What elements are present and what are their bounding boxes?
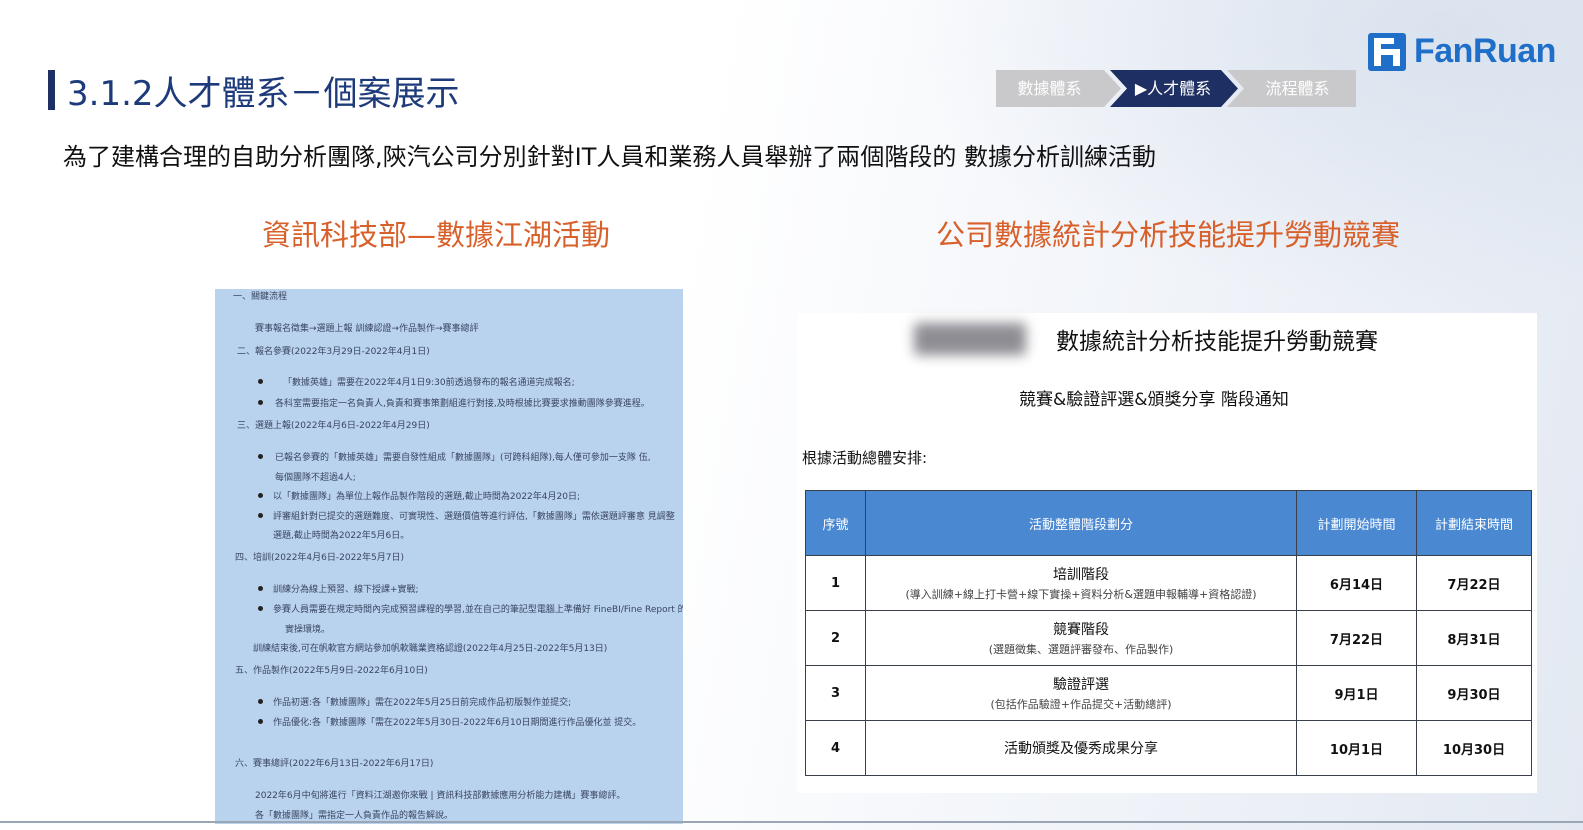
step-process-system[interactable]: 流程體系 <box>1227 70 1356 107</box>
doc-line: 實操環境。 <box>285 625 331 635</box>
header-no: 序號 <box>805 490 866 556</box>
logo-text: FanRuan <box>1414 32 1556 70</box>
table-row: 4 活動頒獎及優秀成果分享 10月1日 10月30日 <box>805 720 1532 776</box>
table-row: 3 驗證評選 (包括作品驗證+作品提交+活動總評) 9月1日 9月30日 <box>805 665 1532 721</box>
bullet <box>258 606 263 611</box>
stage-detail: (選題徵集、選題評審發布、作品製作) <box>988 643 1174 656</box>
cell-start: 7月22日 <box>1296 610 1417 666</box>
doc-line: 已報名參賽的「數據英雄」需要自發性組成「數據團隊」(可跨科組隊),每人僅可參加一… <box>275 453 651 463</box>
cell-start: 9月1日 <box>1296 665 1417 721</box>
doc-line: 訓練分為線上預習、線下授課+實戰; <box>273 585 419 595</box>
cell-no: 1 <box>805 555 866 611</box>
stage-detail: (包括作品驗證+作品提交+活動總評) <box>990 698 1172 711</box>
bullet <box>258 719 263 724</box>
cell-end: 10月30日 <box>1416 720 1532 776</box>
cell-no: 3 <box>805 665 866 721</box>
doc-line: 以「數據團隊」為單位上報作品製作階段的選題,截止時間為2022年4月20日; <box>273 492 580 502</box>
stage-name: 培訓階段 <box>1053 567 1109 583</box>
contest-doc-subtitle: 競賽&驗證評選&頒獎分享 階段通知 <box>1019 390 1289 410</box>
doc-line: 訓練結束後,可在帆軟官方網站參加帆軟職業資格認證(2022年4月25日-2022… <box>253 644 608 654</box>
fanruan-logo-icon <box>1368 32 1406 71</box>
cell-end: 8月31日 <box>1416 610 1532 666</box>
header-stage: 活動整體階段劃分 <box>865 490 1297 556</box>
contest-doc-title: 數據統計分析技能提升勞動競賽 <box>1056 329 1378 355</box>
table-header-row: 序號 活動整體階段劃分 計劃開始時間 計劃結束時間 <box>805 490 1532 556</box>
doc-line: 2022年6月中旬將進行「資料江湖邀你來戰 | 資訊科技部數據應用分析能力建構」… <box>255 791 626 801</box>
right-subtitle: 公司數據統計分析技能提升勞動競賽 <box>936 218 1401 252</box>
header-start: 計劃開始時間 <box>1296 490 1417 556</box>
cell-no: 2 <box>805 610 866 666</box>
cell-stage: 驗證評選 (包括作品驗證+作品提交+活動總評) <box>865 665 1297 721</box>
doc-line: 五、作品製作(2022年5月9日-2022年6月10日) <box>235 666 428 676</box>
doc-line: 各科室需要指定一名負責人,負責和賽事策劃組進行對接,及時根據比賽要求推動團隊參賽… <box>275 399 650 409</box>
cell-stage: 活動頒獎及優秀成果分享 <box>865 720 1297 776</box>
doc-line: 作品初選:各「數據團隊」需在2022年5月25日前完成作品初版製作並提交; <box>273 698 572 708</box>
bottom-divider <box>0 821 1583 823</box>
stage-name: 競賽階段 <box>1053 622 1109 638</box>
cell-start: 6月14日 <box>1296 555 1417 611</box>
page-title: 3.1.2人才體系－個案展示 <box>67 74 460 114</box>
bullet <box>258 699 263 704</box>
contest-doc-note: 根據活動總體安排: <box>802 449 928 467</box>
it-event-document: 一、關鍵流程 賽事報名徵集→選題上報 訓練認證→作品製作→賽事總評 二、報名參賽… <box>215 289 683 824</box>
left-subtitle: 資訊科技部—數據江湖活動 <box>262 218 611 252</box>
bullet <box>258 493 263 498</box>
doc-line: 一、關鍵流程 <box>233 292 288 302</box>
table-row: 2 競賽階段 (選題徵集、選題評審發布、作品製作) 7月22日 8月31日 <box>805 610 1532 666</box>
table-row: 1 培訓階段 (導入訓練+線上打卡營+線下實操+資料分析&選題申報輔導+資格認證… <box>805 555 1532 611</box>
cell-no: 4 <box>805 720 866 776</box>
bullet <box>258 400 263 405</box>
step-navigation: 數據體系 ▶人才體系 流程體系 <box>996 70 1356 107</box>
doc-line: 四、培訓(2022年4月6日-2022年5月7日) <box>235 553 404 563</box>
bullet <box>258 379 263 384</box>
doc-line: 賽事報名徵集→選題上報 訓練認證→作品製作→賽事總評 <box>255 324 479 334</box>
doc-line: 每個團隊不超過4人; <box>275 473 356 483</box>
cell-stage: 競賽階段 (選題徵集、選題評審發布、作品製作) <box>865 610 1297 666</box>
bullet <box>258 513 263 518</box>
stage-name: 驗證評選 <box>1053 677 1109 693</box>
doc-line: 參賽人員需要在規定時間內完成預習課程的學習,並在自己的筆記型電腦上準備好 Fin… <box>273 605 683 615</box>
header-end: 計劃結束時間 <box>1416 490 1532 556</box>
step-talent-system[interactable]: ▶人才體系 <box>1110 70 1238 107</box>
company-contest-document: 數據統計分析技能提升勞動競賽 競賽&驗證評選&頒獎分享 階段通知 根據活動總體安… <box>797 313 1537 793</box>
doc-line: 選題,截止時間為2022年5月6日。 <box>273 531 410 541</box>
stage-schedule-table: 序號 活動整體階段劃分 計劃開始時間 計劃結束時間 1 培訓階段 (導入訓練+線… <box>805 490 1532 776</box>
stage-detail: (導入訓練+線上打卡營+線下實操+資料分析&選題申報輔導+資格認證) <box>905 588 1257 601</box>
cell-start: 10月1日 <box>1296 720 1417 776</box>
doc-line: 各「數據團隊」需指定一人負責作品的報告解說。 <box>255 811 454 821</box>
doc-line: 六、賽事總評(2022年6月13日-2022年6月17日) <box>235 759 434 769</box>
doc-line: 三、選題上報(2022年4月6日-2022年4月29日) <box>237 421 430 431</box>
doc-line: 二、報名參賽(2022年3月29日-2022年4月1日) <box>237 347 430 357</box>
stage-name: 活動頒獎及優秀成果分享 <box>1004 741 1158 757</box>
doc-line: 「數據英雄」需要在2022年4月1日9:30前透過發布的報名通道完成報名; <box>283 378 575 388</box>
cell-end: 9月30日 <box>1416 665 1532 721</box>
cell-stage: 培訓階段 (導入訓練+線上打卡營+線下實操+資料分析&選題申報輔導+資格認證) <box>865 555 1297 611</box>
intro-text: 為了建構合理的自助分析團隊,陝汽公司分別針對IT人員和業務人員舉辦了兩個階段的 … <box>63 143 1156 171</box>
bullet <box>258 454 263 459</box>
bullet <box>258 586 263 591</box>
cell-end: 7月22日 <box>1416 555 1532 611</box>
doc-line: 作品優化:各「數據團隊「需在2022年5月30日-2022年6月10日期間進行作… <box>273 718 642 728</box>
fanruan-logo: FanRuan <box>1368 32 1556 71</box>
title-accent-bar <box>48 70 55 110</box>
step-data-system[interactable]: 數據體系 <box>996 70 1121 107</box>
doc-line: 評審組針對已提交的選題難度、可實現性、選題價值等進行評估,「數據團隊」需依選題評… <box>273 512 675 522</box>
blurred-company-logo <box>914 323 1026 355</box>
